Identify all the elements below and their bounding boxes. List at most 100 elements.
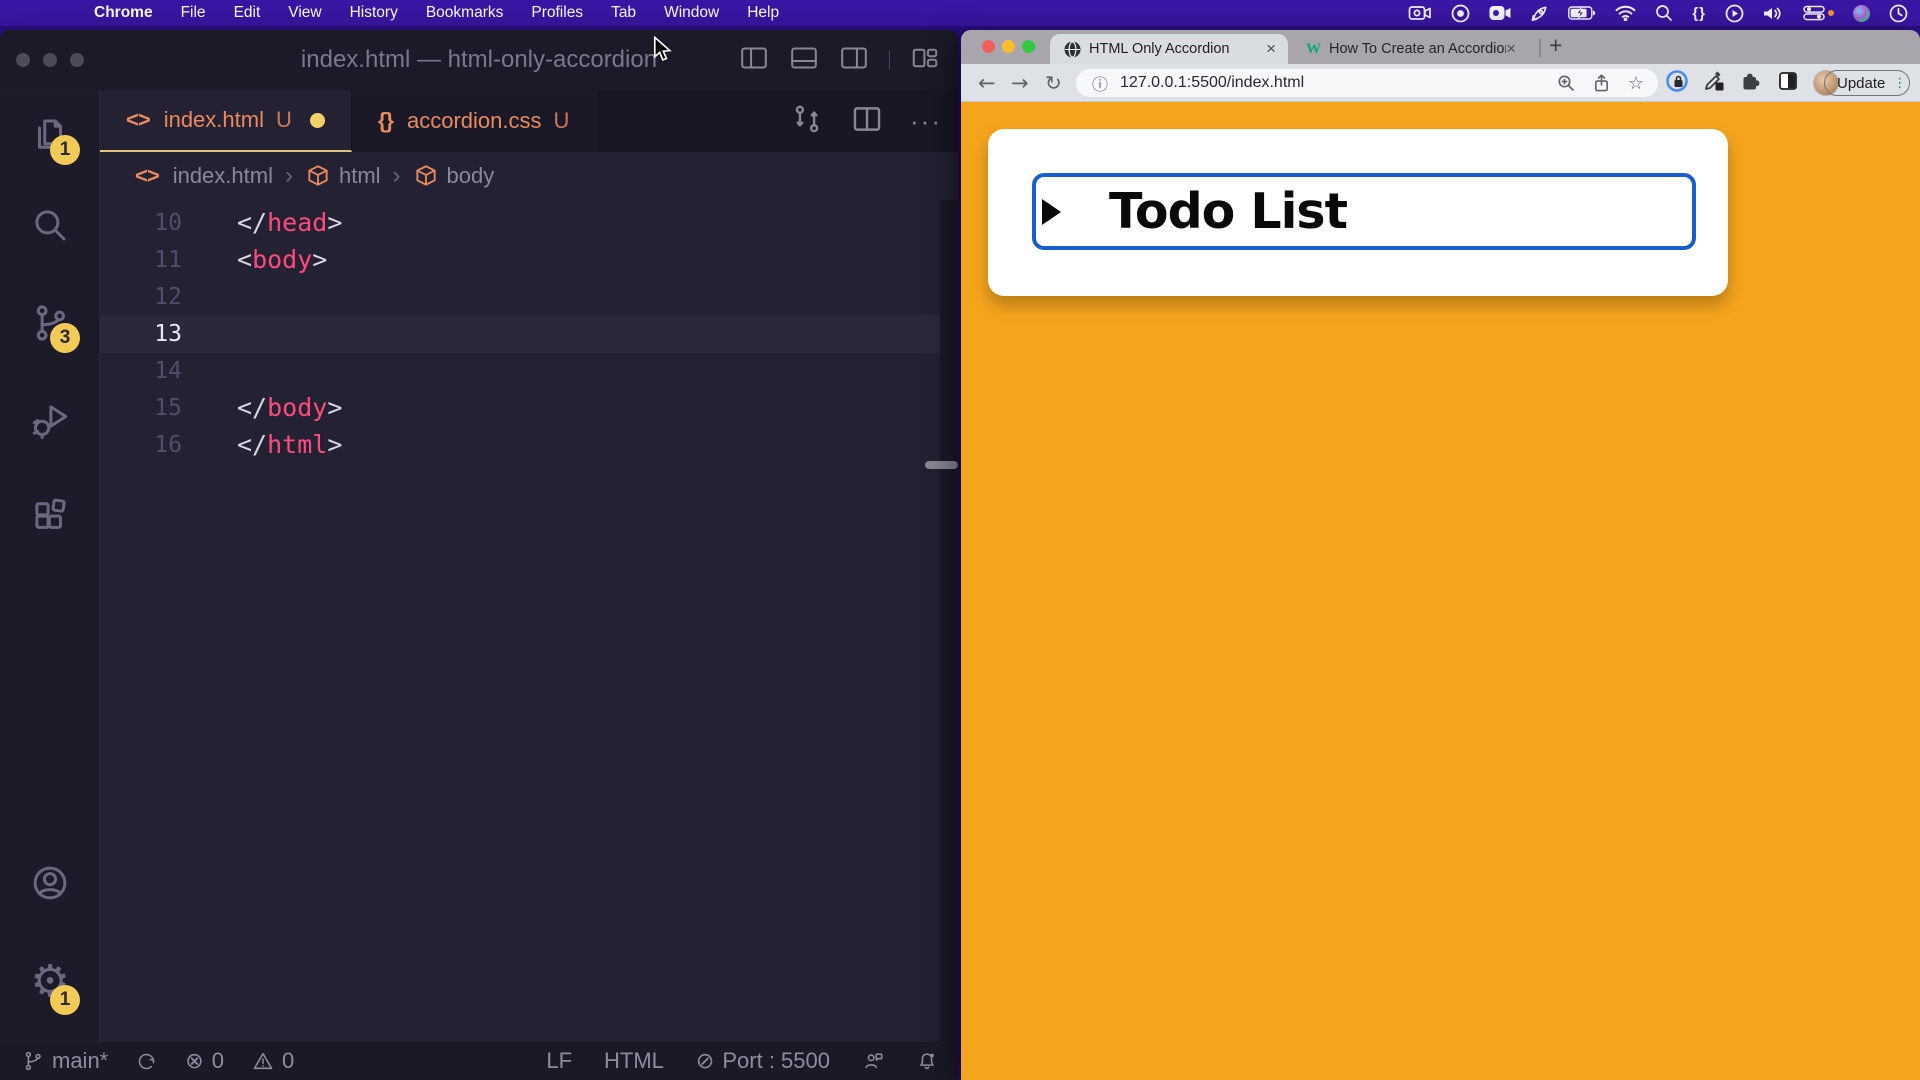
site-info-icon[interactable]: ⓘ bbox=[1092, 71, 1108, 95]
siri-icon[interactable] bbox=[1853, 0, 1870, 26]
share-icon[interactable] bbox=[1593, 74, 1610, 92]
editor-tab-index-html[interactable]: <> index.html U bbox=[100, 90, 352, 152]
code-line-15[interactable]: 15 </body> bbox=[100, 389, 958, 426]
menu-view[interactable]: View bbox=[288, 4, 321, 22]
breadcrumb: <> index.html › html › body bbox=[100, 152, 958, 200]
feedback-person-icon bbox=[862, 1050, 884, 1072]
vscode-activity-bar: 1 3 ⚙ 1 bbox=[0, 90, 100, 1042]
circle-slash-icon: ⊘ bbox=[696, 1049, 714, 1074]
eol-indicator[interactable]: LF bbox=[546, 1048, 572, 1074]
run-debug-icon[interactable] bbox=[0, 399, 100, 441]
zoom-page-icon[interactable] bbox=[1557, 74, 1575, 92]
menu-chrome[interactable]: Chrome bbox=[94, 4, 153, 22]
toggle-primary-sidebar-icon[interactable] bbox=[739, 45, 769, 76]
tab-label: accordion.css bbox=[407, 108, 542, 134]
split-editor-icon[interactable] bbox=[850, 102, 884, 141]
code-line-13-current[interactable]: 13 bbox=[100, 315, 958, 352]
color-picker-extension-icon[interactable] bbox=[1702, 69, 1726, 98]
menu-window[interactable]: Window bbox=[664, 4, 719, 22]
breadcrumb-body[interactable]: body bbox=[447, 163, 495, 189]
address-bar[interactable]: ⓘ 127.0.0.1:5500/index.html ☆ bbox=[1076, 69, 1658, 97]
search-icon[interactable] bbox=[1655, 0, 1673, 26]
code-line-16[interactable]: 16 </html> bbox=[100, 426, 958, 463]
chrome-tab-strip: HTML Only Accordion × W How To Create an… bbox=[961, 30, 1920, 64]
live-server-port[interactable]: ⊘ Port : 5500 bbox=[696, 1048, 830, 1074]
close-window-button[interactable] bbox=[982, 40, 995, 53]
breadcrumb-file[interactable]: index.html bbox=[173, 163, 273, 189]
mouse-cursor bbox=[652, 36, 674, 67]
titlebar-divider bbox=[889, 50, 890, 70]
video-camera-icon[interactable] bbox=[1489, 0, 1511, 26]
line-number: 13 bbox=[100, 321, 182, 347]
search-sidebar-icon[interactable] bbox=[0, 204, 100, 246]
notifications-bell-button[interactable] bbox=[916, 1050, 938, 1072]
symbol-cube-icon bbox=[413, 163, 439, 189]
rocket-icon[interactable] bbox=[1530, 0, 1549, 26]
feedback-button[interactable] bbox=[862, 1050, 884, 1072]
wifi-icon[interactable] bbox=[1615, 0, 1636, 26]
vscode-window: index.html — html-only-accordion bbox=[0, 30, 958, 1080]
code-line-11[interactable]: 11 <body> bbox=[100, 241, 958, 278]
braces-menu-icon[interactable]: {} bbox=[1692, 0, 1706, 26]
minimize-window-button[interactable] bbox=[1002, 40, 1015, 53]
code-line-12[interactable]: 12 bbox=[100, 278, 958, 315]
menubar-status-icons: {} bbox=[1408, 0, 1908, 26]
errors-status[interactable]: ⊗ 0 bbox=[185, 1048, 224, 1074]
update-chrome-button[interactable]: Update ⋮ bbox=[1824, 70, 1910, 96]
warnings-status[interactable]: 0 bbox=[252, 1048, 294, 1074]
menu-help[interactable]: Help bbox=[747, 4, 779, 22]
notification-dot bbox=[1828, 10, 1834, 16]
git-branch-status[interactable]: main* bbox=[22, 1048, 108, 1074]
menu-bookmarks[interactable]: Bookmarks bbox=[426, 4, 504, 22]
more-actions-icon[interactable]: ··· bbox=[910, 111, 942, 131]
privacy-extension-icon[interactable] bbox=[1665, 69, 1689, 98]
reload-button[interactable]: ↻ bbox=[1045, 64, 1062, 102]
url-text[interactable]: 127.0.0.1:5500/index.html bbox=[1120, 74, 1304, 92]
code-editor[interactable]: 10 </head> 11 <body> 12 13 14 15 </body>… bbox=[100, 200, 958, 1042]
back-button[interactable]: ← bbox=[978, 64, 996, 102]
menu-tab[interactable]: Tab bbox=[611, 4, 636, 22]
browser-menu-icon[interactable]: ⋮ bbox=[1893, 77, 1906, 90]
menu-profiles[interactable]: Profiles bbox=[531, 4, 583, 22]
bookmark-star-icon[interactable]: ☆ bbox=[1628, 73, 1644, 94]
toggle-secondary-sidebar-icon[interactable] bbox=[839, 45, 869, 76]
tab-divider bbox=[1539, 39, 1541, 57]
accounts-icon[interactable] bbox=[0, 862, 100, 904]
desktop: Chrome File Edit View History Bookmarks … bbox=[0, 0, 1920, 1080]
menu-edit[interactable]: Edit bbox=[234, 4, 261, 22]
tab-html-only-accordion[interactable]: HTML Only Accordion × bbox=[1050, 34, 1288, 64]
clock-icon[interactable] bbox=[1889, 0, 1908, 26]
open-changes-icon[interactable] bbox=[790, 102, 824, 141]
editor-tab-accordion-css[interactable]: {} accordion.css U bbox=[352, 90, 601, 152]
close-tab-icon[interactable]: × bbox=[1266, 39, 1276, 59]
line-number: 11 bbox=[100, 247, 182, 273]
extensions-puzzle-icon[interactable] bbox=[1739, 69, 1763, 98]
customize-layout-icon[interactable] bbox=[910, 45, 940, 76]
record-icon[interactable] bbox=[1451, 0, 1470, 26]
extensions-icon[interactable] bbox=[0, 496, 100, 538]
vscode-titlebar[interactable]: index.html — html-only-accordion bbox=[0, 30, 958, 90]
chrome-toolbar: ← → ↻ ⓘ 127.0.0.1:5500/index.html ☆ bbox=[961, 64, 1920, 102]
code-line-14[interactable]: 14 bbox=[100, 352, 958, 389]
accordion-title: Todo List bbox=[1109, 183, 1347, 240]
menu-file[interactable]: File bbox=[181, 4, 206, 22]
new-tab-button[interactable]: + bbox=[1549, 32, 1562, 59]
menu-history[interactable]: History bbox=[350, 4, 398, 22]
unsaved-dot-icon[interactable] bbox=[310, 113, 325, 128]
code-line-10[interactable]: 10 </head> bbox=[100, 204, 958, 241]
sync-changes-button[interactable] bbox=[136, 1051, 157, 1072]
battery-charging-icon[interactable] bbox=[1568, 0, 1596, 26]
accordion-summary[interactable]: Todo List bbox=[1032, 173, 1696, 250]
language-mode[interactable]: HTML bbox=[604, 1048, 664, 1074]
play-circle-icon[interactable] bbox=[1725, 0, 1744, 26]
zoom-window-button[interactable] bbox=[1022, 40, 1035, 53]
control-center-icon[interactable] bbox=[1803, 0, 1834, 26]
screen-record-camera-icon[interactable] bbox=[1408, 0, 1432, 26]
volume-icon[interactable] bbox=[1763, 0, 1784, 26]
forward-button[interactable]: → bbox=[1011, 64, 1029, 102]
tab-how-to-create-accordion[interactable]: W How To Create an Accordion × bbox=[1292, 34, 1528, 64]
breadcrumb-html[interactable]: html bbox=[339, 163, 381, 189]
toggle-panel-icon[interactable] bbox=[789, 45, 819, 76]
close-tab-icon[interactable]: × bbox=[1506, 39, 1516, 59]
dark-mode-extension-icon[interactable] bbox=[1776, 69, 1800, 98]
